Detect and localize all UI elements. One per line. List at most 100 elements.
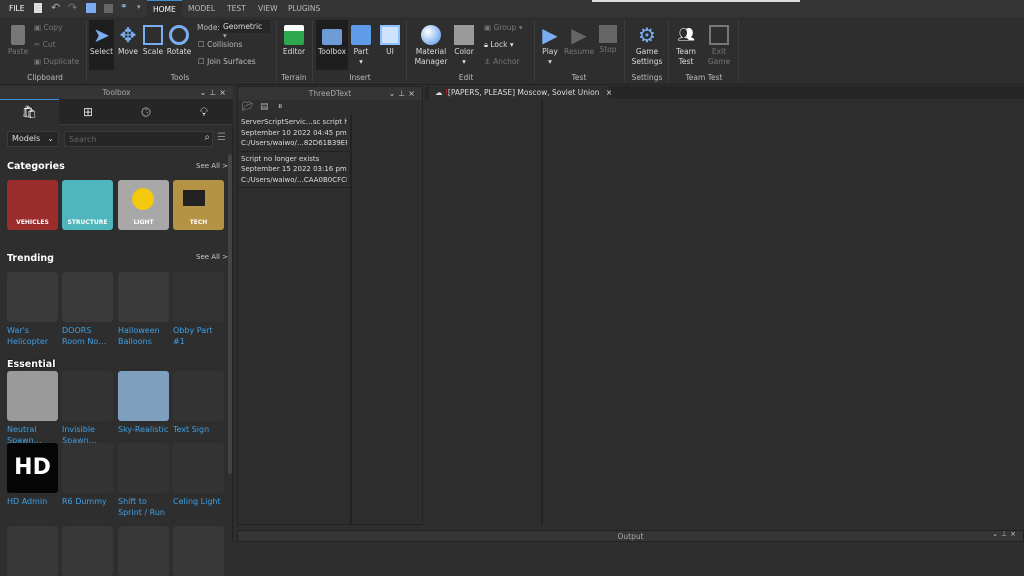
folder-icon[interactable]: 📂︎ xyxy=(242,102,253,112)
cut-button[interactable]: ✂ Cut xyxy=(34,40,56,49)
tab-test[interactable]: TEST xyxy=(227,0,246,17)
category-vehicles[interactable]: VEHICLES xyxy=(7,180,58,230)
new-file-icon[interactable] xyxy=(34,3,42,13)
more-thumbnail[interactable] xyxy=(62,526,113,576)
settings-group-label: Settings xyxy=(631,73,663,82)
trending-see-all[interactable]: See All > xyxy=(196,253,228,261)
essential-item-label[interactable]: Sky-Realistic xyxy=(118,424,173,435)
tab-home[interactable]: HOME xyxy=(147,0,182,17)
terrain-editor-button[interactable]: Editor xyxy=(280,25,308,57)
category-structure[interactable]: STRUCTURE xyxy=(62,180,113,230)
part-button[interactable]: Part ▾ xyxy=(350,25,372,67)
tab-marketplace[interactable]: 🛍︎ xyxy=(0,99,59,125)
file-menu[interactable]: FILE xyxy=(9,0,24,17)
hd-admin-logo: HD xyxy=(14,455,51,480)
search-icon[interactable]: ⌕ xyxy=(204,132,210,143)
redo-icon[interactable]: ↷ xyxy=(68,1,77,14)
toolbox-tabs: 🛍︎ ⊞ 🕓︎ 💡︎ xyxy=(0,99,233,125)
row3-thumbnail[interactable] xyxy=(173,443,224,493)
trending-item-label[interactable]: Obby Part #1 xyxy=(173,325,228,347)
stop-icon xyxy=(599,25,617,43)
trending-thumbnail[interactable] xyxy=(118,272,169,322)
ui-button[interactable]: UI xyxy=(378,25,402,57)
group-button[interactable]: ▣ Group ▾ xyxy=(484,23,522,32)
tab-creations[interactable]: 💡︎ xyxy=(175,99,233,125)
more-thumbnail[interactable] xyxy=(173,526,224,576)
rotate-button[interactable]: Rotate xyxy=(166,25,192,57)
join-surfaces-checkbox[interactable]: ☐ Join Surfaces xyxy=(198,57,256,66)
select-button[interactable]: ➤ Select xyxy=(89,20,114,70)
toolbox-button[interactable]: Toolbox xyxy=(316,20,348,70)
essential-thumbnail[interactable] xyxy=(118,371,169,421)
customize-icon[interactable]: ▾ xyxy=(137,3,141,11)
move-button[interactable]: ✥ Move xyxy=(116,25,140,57)
essential-thumbnail[interactable] xyxy=(7,371,58,421)
scale-button[interactable]: Scale xyxy=(141,25,165,57)
pause-icon[interactable]: ⏸︎ xyxy=(278,102,283,112)
material-manager-button[interactable]: Material Manager xyxy=(412,25,450,67)
game-settings-button[interactable]: ⚙ Game Settings xyxy=(628,25,666,67)
trending-thumbnail[interactable] xyxy=(62,272,113,322)
trending-item-label[interactable]: DOORS Room No… xyxy=(62,325,117,347)
document-tab[interactable]: ☁ ![PAPERS, PLEASE] Moscow, Soviet Union… xyxy=(429,86,612,99)
team-test-button[interactable]: 👥︎ Team Test xyxy=(672,25,700,67)
categories-see-all[interactable]: See All > xyxy=(196,162,228,170)
more-thumbnail[interactable] xyxy=(118,526,169,576)
undo-icon[interactable]: ↶ xyxy=(51,1,60,14)
scrollbar[interactable] xyxy=(228,154,232,474)
rotate-icon xyxy=(169,25,189,45)
log-line: ServerScriptServic…sc script handler xyxy=(241,118,347,126)
row3-item-label[interactable]: R6 Dummy xyxy=(62,496,117,507)
row3-item-label[interactable]: Celing Light xyxy=(173,496,228,507)
row3-item-label[interactable]: Shift to Sprint / Run xyxy=(118,496,173,518)
duplicate-button[interactable]: ▣ Duplicate xyxy=(34,57,79,66)
row3-item-label[interactable]: HD Admin xyxy=(7,496,62,507)
script-log-entry[interactable]: ServerScriptServic…sc script handler Sept… xyxy=(238,115,350,152)
exit-game-button[interactable]: Exit Game xyxy=(706,25,732,67)
essential-thumbnail[interactable] xyxy=(173,371,224,421)
tab-recent[interactable]: 🕓︎ xyxy=(117,99,175,125)
trending-thumbnail[interactable] xyxy=(7,272,58,322)
tab-inventory[interactable]: ⊞ xyxy=(59,99,117,125)
category-light[interactable]: LIGHT xyxy=(118,180,169,230)
category-dropdown[interactable]: Models ⌄ xyxy=(7,131,59,147)
essential-item-label[interactable]: Text Sign xyxy=(173,424,228,435)
panel-controls[interactable]: ⌄⊥× xyxy=(389,87,418,100)
trending-item-label[interactable]: Halloween Balloons xyxy=(118,325,173,347)
color-button[interactable]: Color ▾ xyxy=(452,25,476,67)
tab-plugins[interactable]: PLUGINS xyxy=(288,0,320,17)
play-button[interactable]: ▶ Play ▾ xyxy=(538,25,562,67)
output-title: Output xyxy=(617,532,644,541)
trending-thumbnail[interactable] xyxy=(173,272,224,322)
copy-button[interactable]: ▣ Copy xyxy=(34,23,63,32)
computer-icon xyxy=(183,190,205,206)
anchor-button[interactable]: ⚓︎ Anchor xyxy=(484,57,520,66)
mode-dropdown[interactable]: Geometric ▾ xyxy=(220,20,270,40)
category-tech[interactable]: TECH xyxy=(173,180,224,230)
resume-button[interactable]: ▶ Resume xyxy=(564,25,594,57)
paste-button[interactable]: Paste xyxy=(6,25,30,57)
row3-thumbnail[interactable] xyxy=(118,443,169,493)
script-icon[interactable]: ▤ xyxy=(260,102,269,112)
more-thumbnail[interactable] xyxy=(7,526,58,576)
script-log-entry[interactable]: Script no longer exists September 15 2022… xyxy=(238,152,350,188)
publish-icon[interactable] xyxy=(86,3,96,13)
search-input[interactable]: Search ⌕ xyxy=(64,131,213,147)
menu-bar: FILE ↶ ↷ ⚭ ▾ HOME MODEL TEST VIEW PLUGIN… xyxy=(0,0,1024,17)
lock-button[interactable]: 🔒︎ Lock ▾ xyxy=(484,40,514,50)
test-group-label: Test xyxy=(571,73,587,82)
trending-item-label[interactable]: War's Helicopter xyxy=(7,325,62,347)
tab-view[interactable]: VIEW xyxy=(258,0,278,17)
toolbox-title: Toolbox xyxy=(102,88,131,97)
essential-thumbnail[interactable] xyxy=(62,371,113,421)
stop-button[interactable]: Stop xyxy=(596,25,620,55)
binoculars-icon[interactable]: ⚭ xyxy=(120,2,128,12)
stop-icon[interactable] xyxy=(104,4,113,13)
filter-icon[interactable]: ☰ xyxy=(217,132,226,143)
panel-controls[interactable]: ⌄⊥× xyxy=(200,86,229,99)
collisions-checkbox[interactable]: ☐ Collisions xyxy=(198,40,242,49)
close-tab-icon[interactable]: × xyxy=(606,88,612,97)
row3-thumbnail[interactable] xyxy=(62,443,113,493)
panel-controls[interactable]: ⌄⊥× xyxy=(992,530,1019,538)
tab-model[interactable]: MODEL xyxy=(188,0,215,17)
